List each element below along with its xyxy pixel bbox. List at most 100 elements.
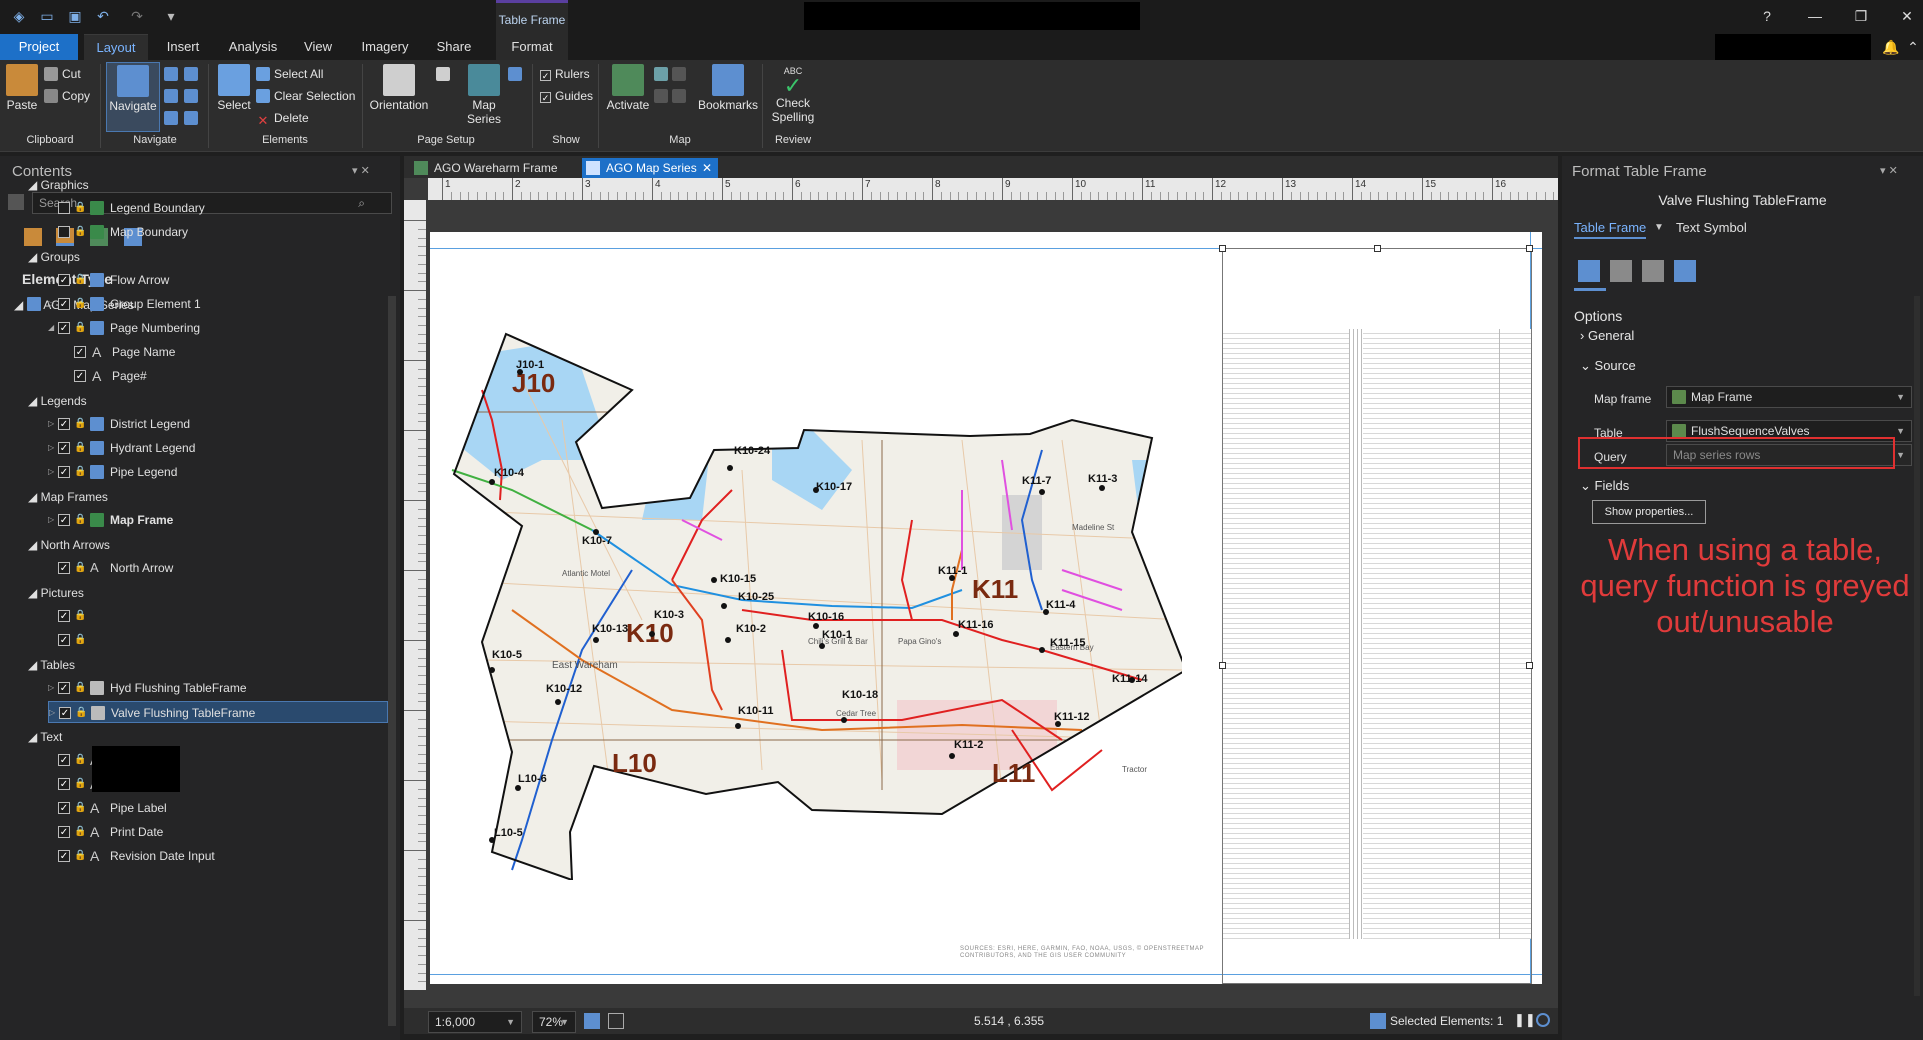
fixed-zoom-in-button[interactable]: [184, 64, 202, 84]
category-graphics[interactable]: ◢ Graphics: [28, 174, 89, 196]
expand-icon[interactable]: ▷: [48, 269, 54, 291]
ribbon-collapse-icon[interactable]: ⌃: [1898, 37, 1923, 57]
lock-icon[interactable]: 🔒: [74, 466, 86, 478]
redo-icon[interactable]: ↷: [128, 8, 146, 24]
visibility-checkbox[interactable]: ✓: [58, 466, 70, 478]
expand-icon[interactable]: ▷: [48, 509, 54, 531]
symbol-icon[interactable]: [1642, 260, 1664, 282]
lock-icon[interactable]: 🔒: [74, 274, 86, 286]
visibility-checkbox[interactable]: [58, 226, 70, 238]
orientation-button[interactable]: Orientation: [366, 62, 432, 112]
lock-icon[interactable]: 🔒: [74, 442, 86, 454]
paste-button[interactable]: Paste: [4, 62, 40, 112]
refresh-icon[interactable]: [1536, 1013, 1550, 1027]
expand-icon[interactable]: ▷: [48, 437, 54, 459]
visibility-checkbox[interactable]: ✓: [58, 298, 70, 310]
visibility-checkbox[interactable]: ✓: [58, 682, 70, 694]
select-all-button[interactable]: Select All: [256, 64, 323, 84]
category-north-arrows[interactable]: ◢ North Arrows: [28, 534, 110, 556]
zoom-dropdown[interactable]: 72% ▼: [532, 1011, 576, 1033]
tab-share[interactable]: Share: [430, 34, 478, 60]
category-tables[interactable]: ◢ Tables: [28, 654, 75, 676]
rulers-checkbox[interactable]: ✓ Rulers: [540, 64, 590, 84]
lock-icon[interactable]: 🔒: [74, 850, 86, 862]
category-map-frames[interactable]: ◢ Map Frames: [28, 486, 108, 508]
lock-icon[interactable]: 🔒: [74, 610, 86, 622]
help-icon[interactable]: ?: [1752, 6, 1782, 26]
check-spelling-button[interactable]: ABC ✓ Check Spelling: [766, 62, 820, 124]
valve-point[interactable]: K10-17: [813, 481, 852, 493]
clear-selection-button[interactable]: Clear Selection: [256, 86, 355, 106]
pause-icon[interactable]: ❚❚: [1514, 1012, 1536, 1028]
expand-icon[interactable]: ▷: [48, 677, 54, 699]
zoom-to-selected-button[interactable]: [164, 86, 182, 106]
select-button[interactable]: Select: [214, 62, 254, 112]
visibility-checkbox[interactable]: ✓: [58, 322, 70, 334]
close-tab-icon[interactable]: ✕: [702, 158, 712, 178]
valve-point[interactable]: K11-14: [1112, 673, 1148, 685]
restore-icon[interactable]: ❐: [1846, 6, 1876, 26]
lock-icon[interactable]: 🔒: [74, 226, 86, 238]
fixed-zoom-out-button[interactable]: [184, 86, 202, 106]
visibility-checkbox[interactable]: ✓: [58, 274, 70, 286]
visibility-checkbox[interactable]: ✓: [59, 707, 71, 719]
expand-icon[interactable]: ▷: [48, 293, 54, 315]
lock-icon[interactable]: 🔒: [74, 754, 86, 766]
selection-handle[interactable]: [1219, 245, 1226, 252]
tab-table-frame[interactable]: Table Frame: [1574, 220, 1647, 239]
delete-button[interactable]: ✕ Delete: [256, 108, 309, 128]
visibility-checkbox[interactable]: ✓: [58, 850, 70, 862]
visibility-checkbox[interactable]: ✓: [58, 802, 70, 814]
pane-options-icon[interactable]: ▾ ✕: [1880, 164, 1898, 177]
lock-icon[interactable]: 🔒: [74, 202, 86, 214]
lock-icon[interactable]: 🔒: [74, 322, 86, 334]
tab-project[interactable]: Project: [0, 34, 78, 60]
map-frame-dropdown[interactable]: Map Frame ▼: [1666, 386, 1912, 408]
minimize-icon[interactable]: —: [1800, 6, 1830, 26]
bookmarks-button[interactable]: Bookmarks: [696, 62, 760, 112]
format-pane-scrollbar[interactable]: [1914, 296, 1920, 996]
tab-imagery[interactable]: Imagery: [354, 34, 416, 60]
pin-icon[interactable]: ▾ ✕: [352, 164, 370, 177]
show-properties-button[interactable]: Show properties...: [1592, 500, 1706, 524]
valve-flushing-tableframe[interactable]: [1219, 245, 1533, 984]
visibility-checkbox[interactable]: ✓: [58, 754, 70, 766]
selection-handle[interactable]: [1526, 662, 1533, 669]
map-frame[interactable]: J10 K10 K11 L10 L11 East Wareham Atlanti…: [442, 320, 1182, 880]
table-icon[interactable]: [1610, 260, 1632, 282]
filter-icon[interactable]: [8, 194, 24, 210]
source-section[interactable]: ⌄ Source: [1580, 358, 1636, 374]
visibility-checkbox[interactable]: ✓: [58, 778, 70, 790]
tab-ago-map-series[interactable]: AGO Map Series ✕: [582, 158, 718, 178]
visibility-checkbox[interactable]: [58, 202, 70, 214]
previous-extent-button[interactable]: [164, 108, 182, 128]
chevron-down-icon[interactable]: ▼: [1654, 222, 1664, 233]
map-zoom-buttons[interactable]: [654, 86, 690, 106]
tab-ago-wareharm-frame[interactable]: AGO Wareharm Frame: [410, 158, 576, 178]
visibility-checkbox[interactable]: ✓: [58, 514, 70, 526]
scale-dropdown[interactable]: 1:6,000 ▼: [428, 1011, 522, 1033]
tab-analysis[interactable]: Analysis: [222, 34, 284, 60]
tab-format[interactable]: Format: [496, 34, 568, 60]
tab-view[interactable]: View: [296, 34, 340, 60]
list-by-drawing-order-icon[interactable]: [24, 228, 42, 246]
expand-icon[interactable]: ▷: [48, 461, 54, 483]
page-size-button[interactable]: [436, 64, 454, 84]
tree-item-valve-flushing-tableframe[interactable]: ▷ ✓ 🔒 Valve Flushing TableFrame: [48, 701, 388, 723]
next-extent-button[interactable]: [184, 108, 202, 128]
visibility-checkbox[interactable]: ✓: [58, 562, 70, 574]
visibility-checkbox[interactable]: ✓: [74, 346, 86, 358]
category-text[interactable]: ◢ Text: [28, 726, 62, 748]
visibility-checkbox[interactable]: ✓: [58, 442, 70, 454]
expand-icon[interactable]: ▷: [49, 702, 55, 724]
guides-checkbox[interactable]: ✓ Guides: [540, 86, 593, 106]
lock-icon[interactable]: 🔒: [74, 682, 86, 694]
open-project-icon[interactable]: ▭: [38, 8, 56, 24]
lock-icon[interactable]: 🔒: [75, 707, 87, 719]
options-icon[interactable]: [1578, 260, 1600, 282]
copy-button[interactable]: Copy: [44, 86, 90, 106]
tab-insert[interactable]: Insert: [158, 34, 208, 60]
selection-handle[interactable]: [1374, 245, 1381, 252]
expand-icon[interactable]: ◢: [48, 317, 54, 339]
placement-icon[interactable]: [1674, 260, 1696, 282]
